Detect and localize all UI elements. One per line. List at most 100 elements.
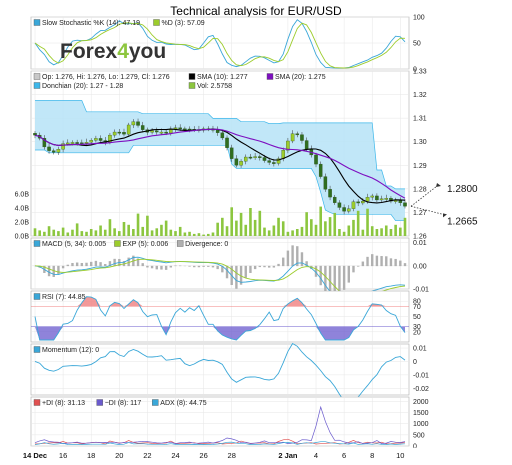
volume-bar-32 (183, 232, 187, 236)
volume-bar-65 (338, 229, 341, 236)
candle-body-60 (314, 154, 318, 165)
divergence-bar-69 (356, 265, 360, 267)
volume-bar-3 (47, 226, 51, 236)
candle-body-71 (365, 197, 370, 202)
divergence-bar-15 (104, 264, 107, 267)
volume-bar-67 (347, 225, 351, 236)
candle-body-5 (56, 149, 61, 153)
momentum-legend-swatch-0 (33, 346, 41, 353)
x-tick-label-0: 14 Dec (23, 451, 47, 460)
candle-body-50 (267, 160, 271, 163)
volume-bar-2 (43, 231, 46, 236)
candle-body-22 (136, 121, 140, 126)
volume-bar-35 (197, 233, 201, 236)
adx-legend-label-0: +DI (8): 31.13 (42, 400, 85, 407)
divergence-bar-26 (155, 265, 158, 270)
candle-body-21 (131, 121, 136, 126)
candle-body-18 (117, 131, 122, 134)
divergence-bar-17 (113, 258, 116, 267)
volume-bar-43 (235, 220, 238, 236)
volume-bar-54 (286, 231, 290, 236)
price-tick-4: 1.29 (413, 163, 427, 170)
volume-bar-76 (389, 229, 393, 236)
x-tick-label-5: 24 (171, 451, 179, 460)
momentum-tick-2: -0.01 (413, 372, 429, 379)
candle-body-72 (370, 195, 374, 198)
divergence-bar-28 (164, 265, 168, 270)
divergence-bar-6 (61, 265, 65, 269)
volume-bar-75 (384, 225, 388, 236)
divergence-bar-46 (249, 265, 252, 273)
divergence-bar-79 (403, 263, 407, 267)
volume-bar-34 (192, 233, 196, 236)
candle-body-25 (150, 130, 154, 133)
price-tick-0: 1.33 (413, 69, 427, 76)
volume-bar-23 (141, 226, 145, 236)
adx-tick-1: 1500 (413, 410, 429, 417)
price-legend-label-1: SMA (10): 1.277 (197, 74, 248, 81)
volume-bar-56 (295, 229, 299, 236)
candle-body-53 (281, 150, 285, 159)
adx-panel (30, 396, 410, 447)
price-legend-label-2: SMA (20): 1.275 (275, 74, 326, 81)
divergence-bar-37 (207, 265, 210, 267)
divergence-bar-43 (235, 265, 238, 289)
momentum-tick-0: 0.01 (413, 346, 427, 353)
divergence-bar-61 (319, 265, 322, 286)
volume-bar-10 (80, 231, 84, 236)
candle-body-65 (337, 202, 342, 208)
volume-bar-9 (75, 223, 79, 236)
stoch-legend-swatch-0 (33, 19, 41, 26)
divergence-bar-73 (375, 255, 379, 267)
volume-bar-68 (352, 219, 355, 236)
candle-body-67 (347, 208, 351, 212)
rsi-legend-label-0: RSI (7): 44.85 (42, 294, 86, 301)
adx-tick-0: 2000 (413, 399, 429, 406)
volume-bar-79 (403, 217, 407, 236)
macd-tick-2: -0.01 (413, 287, 429, 294)
forex4you-logo: Forex4you (60, 40, 166, 64)
volume-tick-3: 0.0B (15, 234, 30, 241)
volume-bar-69 (356, 210, 360, 236)
candle-body-31 (178, 127, 182, 130)
divergence-bar-24 (146, 265, 149, 268)
macd-legend-swatch-1 (114, 240, 121, 247)
divergence-bar-75 (385, 256, 388, 267)
divergence-bar-57 (300, 252, 304, 267)
divergence-bar-78 (399, 260, 402, 267)
price-legend-swatch-1 (188, 73, 196, 80)
candle-body-40 (220, 132, 225, 139)
candle-body-42 (229, 147, 234, 159)
volume-bar-13 (94, 230, 98, 236)
volume-bar-62 (324, 221, 327, 236)
divergence-bar-23 (141, 263, 144, 267)
candle-body-56 (295, 133, 300, 136)
price-legend-label-0: Op: 1.276, Hi: 1.276, Lo: 1.279, Cl: 1.2… (42, 74, 170, 81)
candle-body-41 (225, 137, 229, 148)
volume-bar-51 (272, 225, 276, 236)
volume-bar-21 (132, 229, 135, 236)
stoch-legend-swatch-1 (153, 19, 160, 26)
candle-body-75 (384, 198, 389, 200)
candle-body-28 (164, 131, 168, 134)
candle-body-62 (323, 176, 328, 190)
volume-bar-29 (169, 229, 173, 236)
volume-bar-49 (263, 227, 266, 236)
candle-body-11 (84, 142, 89, 144)
adx-tick-2: 1000 (413, 421, 429, 428)
volume-bar-11 (85, 231, 88, 236)
volume-bar-41 (225, 226, 229, 236)
divergence-bar-9 (75, 262, 79, 267)
candle-body-74 (379, 198, 384, 201)
candle-body-57 (300, 134, 304, 141)
divergence-bar-12 (90, 261, 93, 267)
divergence-bar-66 (342, 265, 346, 290)
divergence-bar-74 (380, 256, 383, 267)
macd-legend-label-0: MACD (5, 34): 0.005 (42, 241, 106, 248)
chart-canvas: Slow Stochastic %K (14): 47.19 %D (3): 57… (0, 15, 512, 465)
logo-text-you: you (128, 40, 167, 63)
candle-body-14 (98, 138, 103, 141)
divergence-bar-47 (253, 265, 257, 270)
volume-bar-22 (136, 213, 140, 236)
x-tick-label-11: 8 (370, 451, 374, 460)
